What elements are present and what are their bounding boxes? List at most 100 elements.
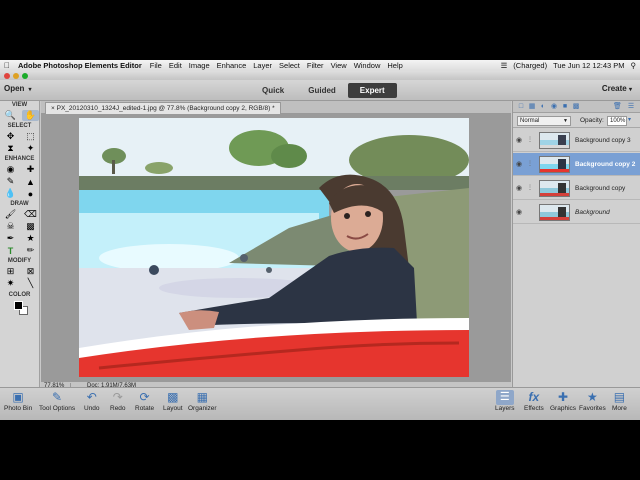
window-titlebar <box>0 71 640 80</box>
spotlight-search-icon[interactable]: ⚲ <box>631 61 637 70</box>
cartoonized-photo-image <box>79 118 469 377</box>
blend-mode-select[interactable]: Normal ▼ <box>517 116 571 126</box>
blend-row: Normal ▼ Opacity: 100% ▾ <box>513 114 640 128</box>
menu-filter[interactable]: Filter <box>307 61 324 70</box>
menu-help[interactable]: Help <box>387 61 402 70</box>
shape-tool-icon[interactable]: ★ <box>22 233 39 244</box>
marquee-tool-icon[interactable]: ⬚ <box>22 131 39 142</box>
rotate-icon: ⟳ <box>139 390 150 404</box>
link-icon[interactable]: ⋮ <box>527 160 533 167</box>
open-button-label: Open <box>4 84 25 93</box>
lock-all-icon[interactable]: ■ <box>561 103 569 111</box>
move-tool-icon[interactable]: ✥ <box>2 131 19 142</box>
effects-button[interactable]: fx Effects <box>524 390 544 412</box>
app-name-menu[interactable]: Adobe Photoshop Elements Editor <box>18 61 142 70</box>
canvas-area[interactable] <box>41 114 511 382</box>
redo-button[interactable]: ↷ Redo <box>110 390 126 412</box>
layer-name[interactable]: Background copy 3 <box>575 137 631 144</box>
pencil-tool-icon[interactable]: ✏ <box>22 245 39 256</box>
menubar-clock[interactable]: Tue Jun 12 12:43 PM <box>553 61 624 70</box>
create-button-label: Create <box>601 84 627 93</box>
adjustment-layer-icon[interactable]: ◐ <box>539 103 547 111</box>
chevron-down-icon[interactable]: ▾ <box>628 116 638 126</box>
menu-enhance[interactable]: Enhance <box>217 61 247 70</box>
panel-menu-icon[interactable]: ☰ <box>627 103 635 111</box>
smart-brush-tool-icon[interactable]: ✎ <box>2 176 19 187</box>
wifi-icon[interactable]: ☰ <box>501 61 508 70</box>
close-window-icon[interactable] <box>4 73 10 79</box>
layers-panel-button[interactable]: ☰ Layers <box>495 390 515 412</box>
crop-tool-icon[interactable]: ⊞ <box>2 266 19 277</box>
lasso-tool-icon[interactable]: ⧗ <box>2 143 19 154</box>
close-icon[interactable]: × <box>51 105 55 112</box>
eye-icon[interactable]: ◉ <box>516 208 522 216</box>
layout-button[interactable]: ▩ Layout <box>163 390 183 412</box>
layer-row-selected[interactable]: ◉ ⋮ Background copy 2 <box>513 153 640 176</box>
menu-edit[interactable]: Edit <box>169 61 182 70</box>
eraser-tool-icon[interactable]: ⌫ <box>22 209 39 220</box>
layer-mask-icon[interactable]: ◉ <box>550 103 558 111</box>
document-tab[interactable]: × PX_20120310_1324J_edited-1.jpg @ 77.8%… <box>45 102 281 114</box>
clone-stamp-tool-icon[interactable]: ▲ <box>22 176 39 187</box>
apple-icon[interactable]:  <box>4 61 10 70</box>
link-icon[interactable]: ⋮ <box>527 136 533 143</box>
content-aware-move-tool-icon[interactable]: ✷ <box>2 278 19 289</box>
menu-select[interactable]: Select <box>279 61 300 70</box>
brush-tool-icon[interactable]: 🖌 <box>2 209 19 220</box>
minimize-window-icon[interactable] <box>13 73 19 79</box>
new-group-icon[interactable]: ▦ <box>528 103 536 111</box>
blur-tool-icon[interactable]: 💧 <box>2 188 19 199</box>
red-eye-tool-icon[interactable]: ◉ <box>2 164 19 175</box>
layer-row[interactable]: ◉ ⋮ Background copy 3 <box>513 129 640 152</box>
sponge-tool-icon[interactable]: ● <box>22 188 39 199</box>
quick-selection-tool-icon[interactable]: ✦ <box>22 143 39 154</box>
layer-name[interactable]: Background copy <box>575 185 625 192</box>
delete-layer-icon[interactable]: 🗑 <box>613 103 622 111</box>
tool-options-button[interactable]: ✎ Tool Options <box>39 390 75 412</box>
graphics-button[interactable]: ✚ Graphics <box>550 390 576 412</box>
gradient-tool-icon[interactable]: ▩ <box>22 221 39 232</box>
favorites-button[interactable]: ★ Favorites <box>579 390 606 412</box>
type-tool-icon[interactable]: T <box>2 245 19 256</box>
create-button[interactable]: Create ▾ <box>602 84 632 93</box>
new-layer-icon[interactable]: □ <box>517 103 525 111</box>
menu-view[interactable]: View <box>331 61 347 70</box>
tab-guided[interactable]: Guided <box>296 83 348 98</box>
mode-switcher: Quick Guided Expert <box>250 83 397 98</box>
zoom-tool-icon[interactable]: 🔍 <box>2 110 19 121</box>
hand-tool-icon[interactable]: ✋ <box>22 110 39 121</box>
menu-layer[interactable]: Layer <box>253 61 272 70</box>
open-button[interactable]: Open ▾ <box>4 84 31 93</box>
menu-image[interactable]: Image <box>189 61 210 70</box>
tab-expert[interactable]: Expert <box>347 83 397 98</box>
organizer-button[interactable]: ▦ Organizer <box>188 390 217 412</box>
foreground-color-swatch[interactable] <box>14 301 23 310</box>
menu-file[interactable]: File <box>150 61 162 70</box>
paint-bucket-tool-icon[interactable]: ☠ <box>2 221 19 232</box>
eye-icon[interactable]: ◉ <box>516 184 522 192</box>
layer-name[interactable]: Background <box>575 209 610 216</box>
link-icon[interactable]: ⋮ <box>527 184 533 191</box>
layer-name[interactable]: Background copy 2 <box>575 161 635 168</box>
layer-row[interactable]: ◉ ⋮ Background copy <box>513 177 640 200</box>
photo-bin-button[interactable]: ▣ Photo Bin <box>4 390 32 412</box>
tool-options-label: Tool Options <box>39 405 76 412</box>
eye-icon[interactable]: ◉ <box>516 136 522 144</box>
more-button[interactable]: ▤ More <box>612 390 627 412</box>
organizer-icon: ▦ <box>196 390 208 404</box>
layer-row[interactable]: ◉ Background <box>513 201 640 224</box>
tab-quick[interactable]: Quick <box>250 83 296 98</box>
undo-button[interactable]: ↶ Undo <box>84 390 100 412</box>
menu-window[interactable]: Window <box>354 61 381 70</box>
lock-transparency-icon[interactable]: ▩ <box>572 103 580 111</box>
battery-status[interactable]: (Charged) <box>513 61 547 70</box>
rotate-button[interactable]: ⟳ Rotate <box>135 390 154 412</box>
color-picker-tool-icon[interactable]: ✒ <box>2 233 19 244</box>
spot-healing-tool-icon[interactable]: ✚ <box>22 164 39 175</box>
document-photo[interactable] <box>79 118 469 377</box>
recompose-tool-icon[interactable]: ⊠ <box>22 266 39 277</box>
eye-icon[interactable]: ◉ <box>516 160 522 168</box>
zoom-window-icon[interactable] <box>22 73 28 79</box>
straighten-tool-icon[interactable]: ╲ <box>22 278 39 289</box>
opacity-input[interactable]: 100% <box>607 116 627 126</box>
